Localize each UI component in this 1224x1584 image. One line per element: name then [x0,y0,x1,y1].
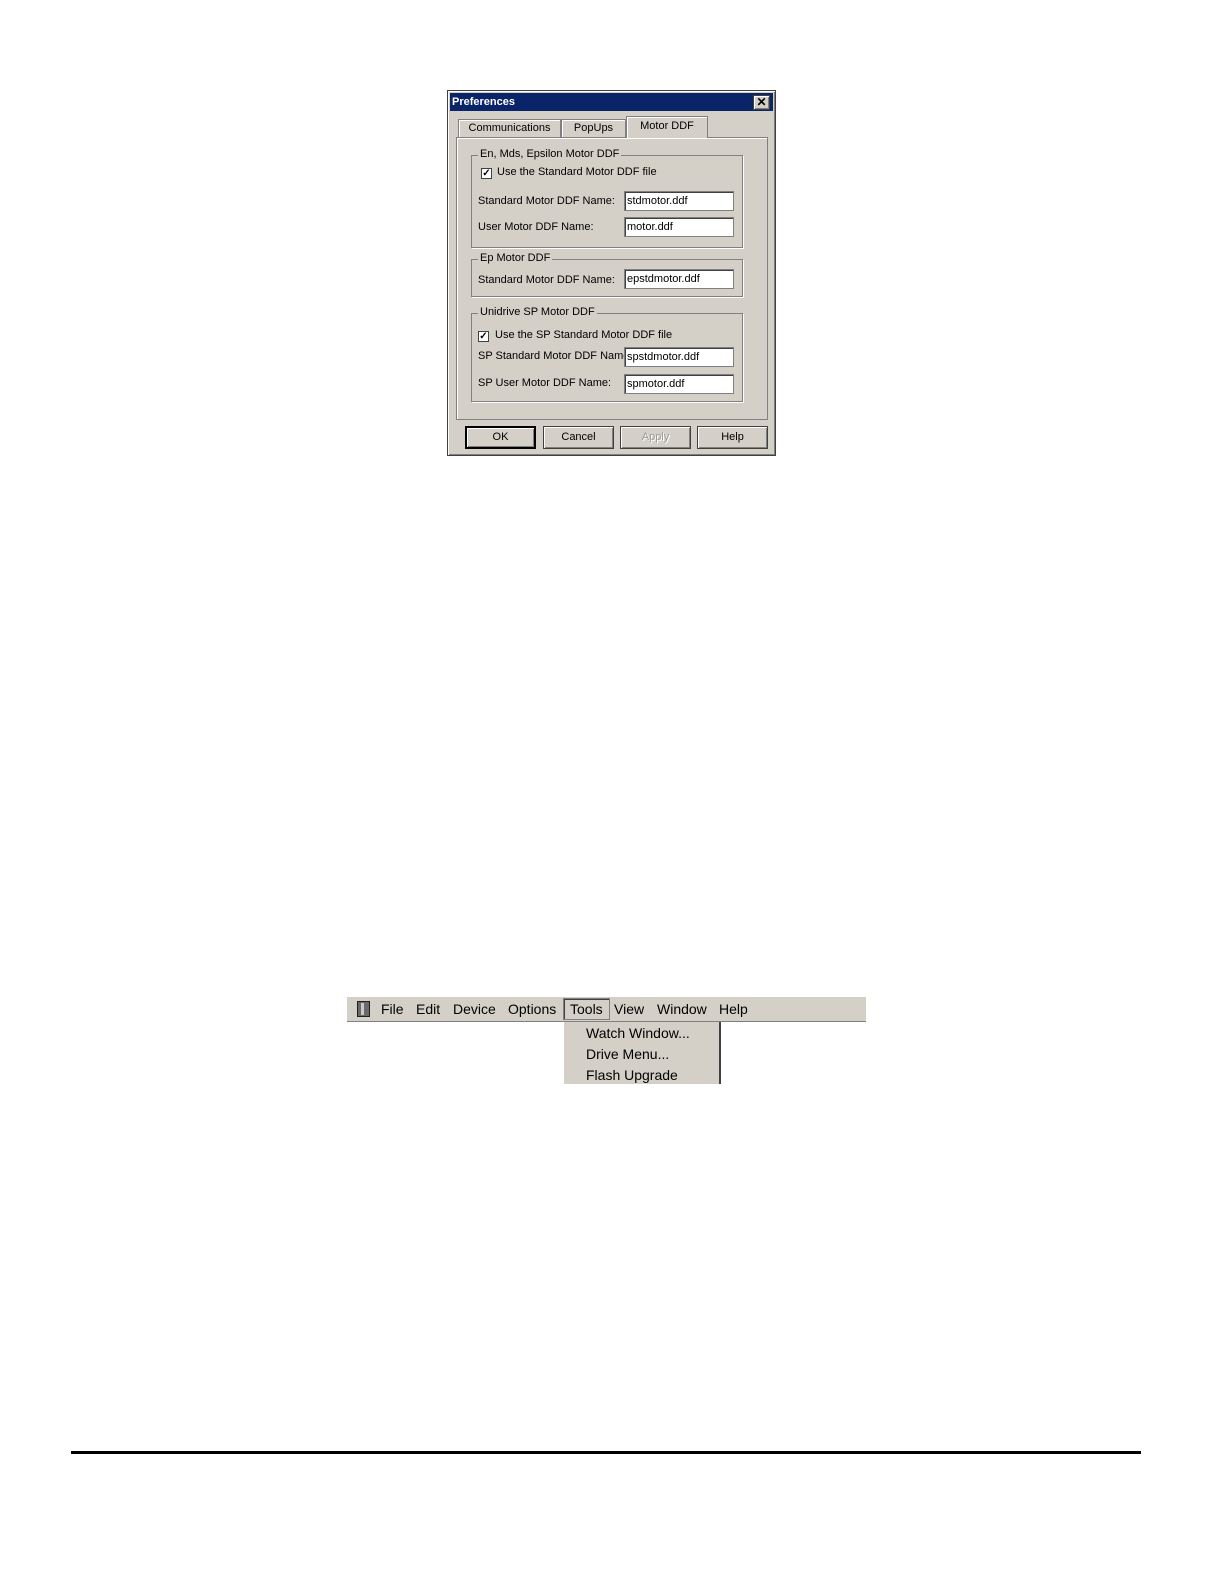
motor-ddf-panel: En, Mds, Epsilon Motor DDF ✓ Use the Sta… [456,137,768,420]
preferences-dialog: Preferences ✕ Communications PopUps Moto… [447,90,776,456]
group-legend: Ep Motor DDF [478,252,553,264]
tab-popups[interactable]: PopUps [561,119,626,137]
menu-tools[interactable]: Tools [563,998,610,1020]
group-ep-motor-ddf: Ep Motor DDF Standard Motor DDF Name: [471,252,743,297]
checkbox-label: Use the SP Standard Motor DDF file [495,329,673,341]
menu-item-drive-menu[interactable]: Drive Menu... [586,1046,669,1062]
ok-button[interactable]: OK [465,426,536,449]
user-ddf-name-field[interactable] [624,217,734,237]
cancel-button[interactable]: Cancel [543,426,614,449]
menu-file[interactable]: File [381,1000,404,1018]
sp-user-ddf-name-field[interactable] [624,374,734,394]
close-icon[interactable]: ✕ [753,95,770,110]
menu-window[interactable]: Window [657,1000,707,1018]
checkbox-label: Use the Standard Motor DDF file [497,166,657,178]
user-ddf-name-label: User Motor DDF Name: [478,221,594,233]
group-unidrive-sp: Unidrive SP Motor DDF ✓ Use the SP Stand… [471,306,743,402]
group-legend: En, Mds, Epsilon Motor DDF [478,148,622,160]
menu-edit[interactable]: Edit [416,1000,440,1018]
menu-item-flash-upgrade[interactable]: Flash Upgrade [586,1067,678,1083]
dialog-title: Preferences [452,96,515,108]
menu-item-watch-window[interactable]: Watch Window... [586,1025,690,1041]
tools-dropdown: Watch Window... Drive Menu... Flash Upgr… [563,1022,721,1084]
dialog-titlebar[interactable]: Preferences ✕ [450,93,773,111]
sp-user-ddf-name-label: SP User Motor DDF Name: [478,377,612,389]
apply-button[interactable]: Apply [620,426,691,449]
help-button[interactable]: Help [697,426,768,449]
menu-device[interactable]: Device [453,1000,496,1018]
page-footer-rule [71,1451,1141,1454]
tab-motor-ddf[interactable]: Motor DDF [626,116,708,138]
standard-ddf-name-field[interactable] [624,191,734,211]
use-sp-standard-ddf-checkbox[interactable]: ✓ [478,331,489,342]
sp-standard-ddf-name-field[interactable] [624,347,734,367]
drive-app-icon[interactable] [357,1001,370,1017]
tab-communications[interactable]: Communications [458,119,561,137]
menu-options[interactable]: Options [508,1000,556,1018]
menu-bar: File Edit Device Options Tools View Wind… [347,997,866,1022]
ep-standard-ddf-name-field[interactable] [624,269,734,289]
ep-standard-ddf-name-label: Standard Motor DDF Name: [478,274,615,286]
menu-view[interactable]: View [614,1000,644,1018]
standard-ddf-name-label: Standard Motor DDF Name: [478,195,615,207]
menu-help[interactable]: Help [719,1000,748,1018]
group-legend: Unidrive SP Motor DDF [478,306,597,318]
use-standard-ddf-checkbox[interactable]: ✓ [481,168,492,179]
group-en-mds-epsilon: En, Mds, Epsilon Motor DDF ✓ Use the Sta… [471,148,743,248]
sp-standard-ddf-name-label: SP Standard Motor DDF Name: [478,350,633,362]
